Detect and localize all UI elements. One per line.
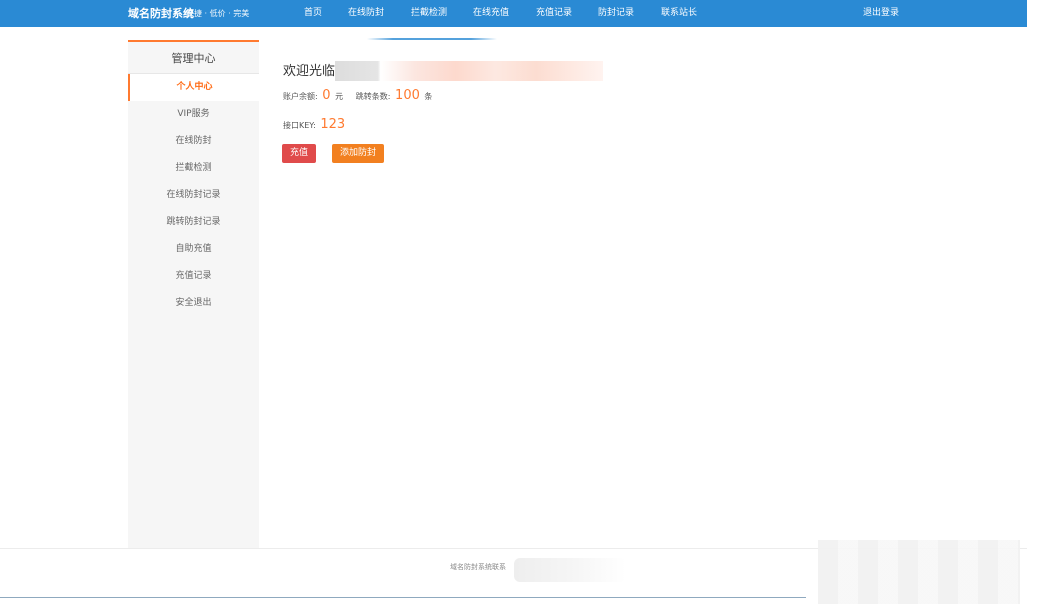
nav-contact-admin[interactable]: 联系站长	[661, 0, 697, 27]
sidebar-item-self-recharge[interactable]: 自助充值	[128, 236, 259, 263]
brand-title[interactable]: 域名防封系统	[128, 0, 194, 27]
api-key-row: 接口KEY: 123	[283, 117, 347, 132]
sidebar-item-intercept-check[interactable]: 拦截检测	[128, 155, 259, 182]
logout-link[interactable]: 退出登录	[863, 0, 899, 27]
api-key-label: 接口KEY:	[283, 121, 316, 130]
redacted-corner-area	[818, 540, 1020, 604]
nav-recharge-records[interactable]: 充值记录	[536, 0, 572, 27]
nav-online-protect[interactable]: 在线防封	[348, 0, 384, 27]
sidebar-item-online-protect[interactable]: 在线防封	[128, 128, 259, 155]
account-summary: 账户余额: 0 元 跳转条数: 100 条	[283, 88, 432, 103]
top-navbar: 域名防封系统 快捷 · 低价 · 完美 首页 在线防封 拦截检测 在线充值 充值…	[0, 0, 1027, 27]
redacted-footer-info	[514, 558, 626, 582]
nav-active-indicator	[367, 38, 497, 40]
recharge-button[interactable]: 充值	[282, 144, 317, 163]
balance-value: 0	[322, 88, 331, 103]
welcome-heading: 欢迎光临	[283, 64, 336, 79]
footer-divider	[0, 597, 806, 598]
sidebar-item-safe-logout[interactable]: 安全退出	[128, 290, 259, 317]
nav-home[interactable]: 首页	[304, 0, 322, 27]
add-protection-button[interactable]: 添加防封	[332, 144, 385, 163]
footer-text: 域名防封系统联系	[450, 563, 506, 571]
sidebar-item-online-protect-records[interactable]: 在线防封记录	[128, 182, 259, 209]
api-key-value: 123	[320, 117, 346, 132]
sidebar-item-personal-center[interactable]: 个人中心	[128, 74, 259, 101]
sidebar-title: 管理中心	[128, 42, 259, 74]
brand-slogan: 快捷 · 低价 · 完美	[186, 9, 250, 18]
jumps-label: 跳转条数:	[355, 92, 391, 101]
jumps-unit: 条	[424, 92, 433, 101]
nav-protect-records[interactable]: 防封记录	[598, 0, 634, 27]
nav-online-recharge[interactable]: 在线充值	[473, 0, 509, 27]
balance-label: 账户余额:	[283, 92, 318, 101]
sidebar-item-recharge-records[interactable]: 充值记录	[128, 263, 259, 290]
jumps-value: 100	[395, 88, 420, 103]
sidebar: 管理中心 个人中心 VIP服务 在线防封 拦截检测 在线防封记录 跳转防封记录 …	[128, 40, 259, 548]
sidebar-item-jump-protect-records[interactable]: 跳转防封记录	[128, 209, 259, 236]
balance-unit: 元	[335, 92, 344, 101]
redacted-username	[335, 61, 603, 81]
nav-intercept-check[interactable]: 拦截检测	[411, 0, 447, 27]
sidebar-item-vip-service[interactable]: VIP服务	[128, 101, 259, 128]
